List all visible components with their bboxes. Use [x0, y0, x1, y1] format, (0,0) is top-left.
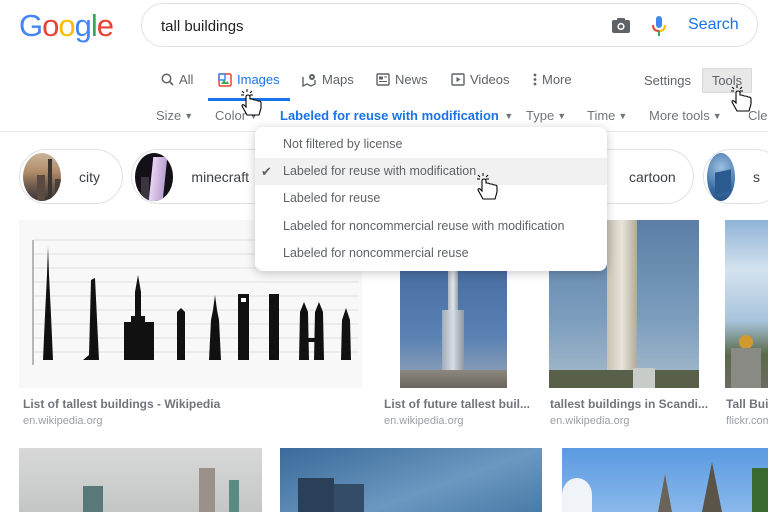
tab-label: More [542, 72, 572, 87]
filter-label: Labeled for reuse with modification [280, 108, 499, 123]
video-icon [451, 73, 465, 86]
image-result[interactable] [19, 448, 262, 512]
hand-cursor-icon [477, 173, 498, 200]
search-input[interactable] [161, 15, 581, 37]
search-icon [161, 73, 174, 86]
chip-city[interactable]: city [19, 149, 123, 204]
tab-label: Videos [470, 72, 510, 87]
dropdown-item-label: Labeled for reuse [283, 191, 381, 206]
news-icon [376, 73, 390, 86]
result-source: en.wikipedia.org [550, 415, 630, 427]
result-thumbnail [725, 220, 768, 388]
tab-videos[interactable]: Videos [451, 72, 510, 87]
tab-images[interactable]: Images [218, 72, 280, 87]
tab-all[interactable]: All [161, 72, 193, 87]
dropdown-item-noncommercial-reuse-with-modification[interactable]: Labeled for noncommercial reuse with mod… [255, 213, 607, 240]
filter-size[interactable]: Size ▼ [156, 108, 193, 123]
checkmark-icon: ✔ [261, 164, 272, 180]
chip-label: s [753, 168, 760, 185]
image-result[interactable] [280, 448, 542, 512]
result-thumbnail [280, 448, 542, 512]
filter-usage-rights[interactable]: Labeled for reuse with modification ▼ [280, 108, 513, 123]
chip-thumbnail [135, 152, 174, 201]
result-title[interactable]: tallest buildings in Scandi... [550, 397, 708, 411]
dropdown-item-label: Labeled for noncommercial reuse with mod… [283, 218, 565, 233]
dropdown-arrow-icon: ▼ [557, 111, 567, 121]
dropdown-arrow-icon: ▼ [618, 111, 628, 121]
image-icon [218, 72, 232, 87]
hand-cursor-icon [731, 85, 752, 112]
dropdown-item-label: Labeled for reuse with modification [283, 164, 477, 179]
result-thumbnail [19, 448, 262, 512]
result-source: flickr.com [726, 415, 768, 427]
filter-label: More tools [649, 108, 710, 123]
tab-label: News [395, 72, 428, 87]
result-source: en.wikipedia.org [23, 415, 103, 427]
result-title[interactable]: List of future tallest buil... [384, 397, 530, 411]
tab-more[interactable]: More [533, 72, 572, 87]
dropdown-item-reuse[interactable]: Labeled for reuse [255, 185, 607, 212]
hand-cursor-icon [241, 89, 262, 116]
usage-rights-dropdown: Not filtered by license ✔ Labeled for reu… [255, 127, 607, 271]
filter-label: Type [526, 108, 555, 123]
filter-more-tools[interactable]: More tools ▼ [649, 108, 722, 123]
tab-label: Images [237, 72, 280, 87]
chip-thumbnail [707, 152, 735, 201]
filter-type[interactable]: Type ▼ [526, 108, 566, 123]
dropdown-item-label: Not filtered by license [283, 137, 403, 151]
result-thumbnail [562, 448, 768, 512]
logo-letter: g [74, 8, 92, 43]
filter-label: Time [587, 108, 616, 123]
more-vert-icon [533, 73, 537, 86]
image-result[interactable]: Tall Buil flickr.com [722, 220, 768, 430]
search-button[interactable]: Search [688, 16, 739, 34]
filter-time[interactable]: Time ▼ [587, 108, 627, 123]
map-icon [302, 73, 317, 87]
result-title[interactable]: Tall Buil [726, 397, 768, 411]
dropdown-item-noncommercial-reuse[interactable]: Labeled for noncommercial reuse [255, 240, 607, 267]
chip-label: cartoon [629, 168, 676, 185]
search-box: Search [141, 3, 758, 47]
dropdown-arrow-icon: ▼ [184, 111, 194, 121]
chip-label: city [79, 168, 100, 185]
tab-label: All [179, 72, 194, 87]
tab-maps[interactable]: Maps [302, 72, 354, 87]
logo-letter: o [42, 8, 59, 43]
camera-icon[interactable] [611, 16, 631, 36]
dropdown-item-label: Labeled for noncommercial reuse [283, 245, 469, 260]
dropdown-arrow-icon: ▼ [712, 111, 722, 121]
logo-letter: G [19, 8, 43, 43]
dropdown-arrow-icon: ▼ [501, 111, 514, 121]
chip-s[interactable]: s [703, 149, 768, 204]
settings-link[interactable]: Settings [644, 73, 691, 88]
result-source: en.wikipedia.org [384, 415, 464, 427]
dropdown-item-reuse-with-modification[interactable]: ✔ Labeled for reuse with modification [255, 158, 607, 186]
chip-minecraft[interactable]: minecraft [131, 149, 271, 204]
result-title[interactable]: List of tallest buildings - Wikipedia [23, 397, 220, 411]
google-logo[interactable]: Google [19, 8, 114, 44]
logo-letter: o [58, 8, 75, 43]
tab-label: Maps [322, 72, 354, 87]
logo-letter: e [96, 8, 114, 43]
image-result[interactable] [562, 448, 768, 512]
filter-label: Size [156, 108, 182, 123]
chip-label: minecraft [191, 168, 249, 185]
chip-thumbnail [23, 152, 61, 201]
microphone-icon[interactable] [651, 15, 667, 37]
tab-news[interactable]: News [376, 72, 428, 87]
dropdown-item-not-filtered[interactable]: Not filtered by license [255, 131, 607, 158]
